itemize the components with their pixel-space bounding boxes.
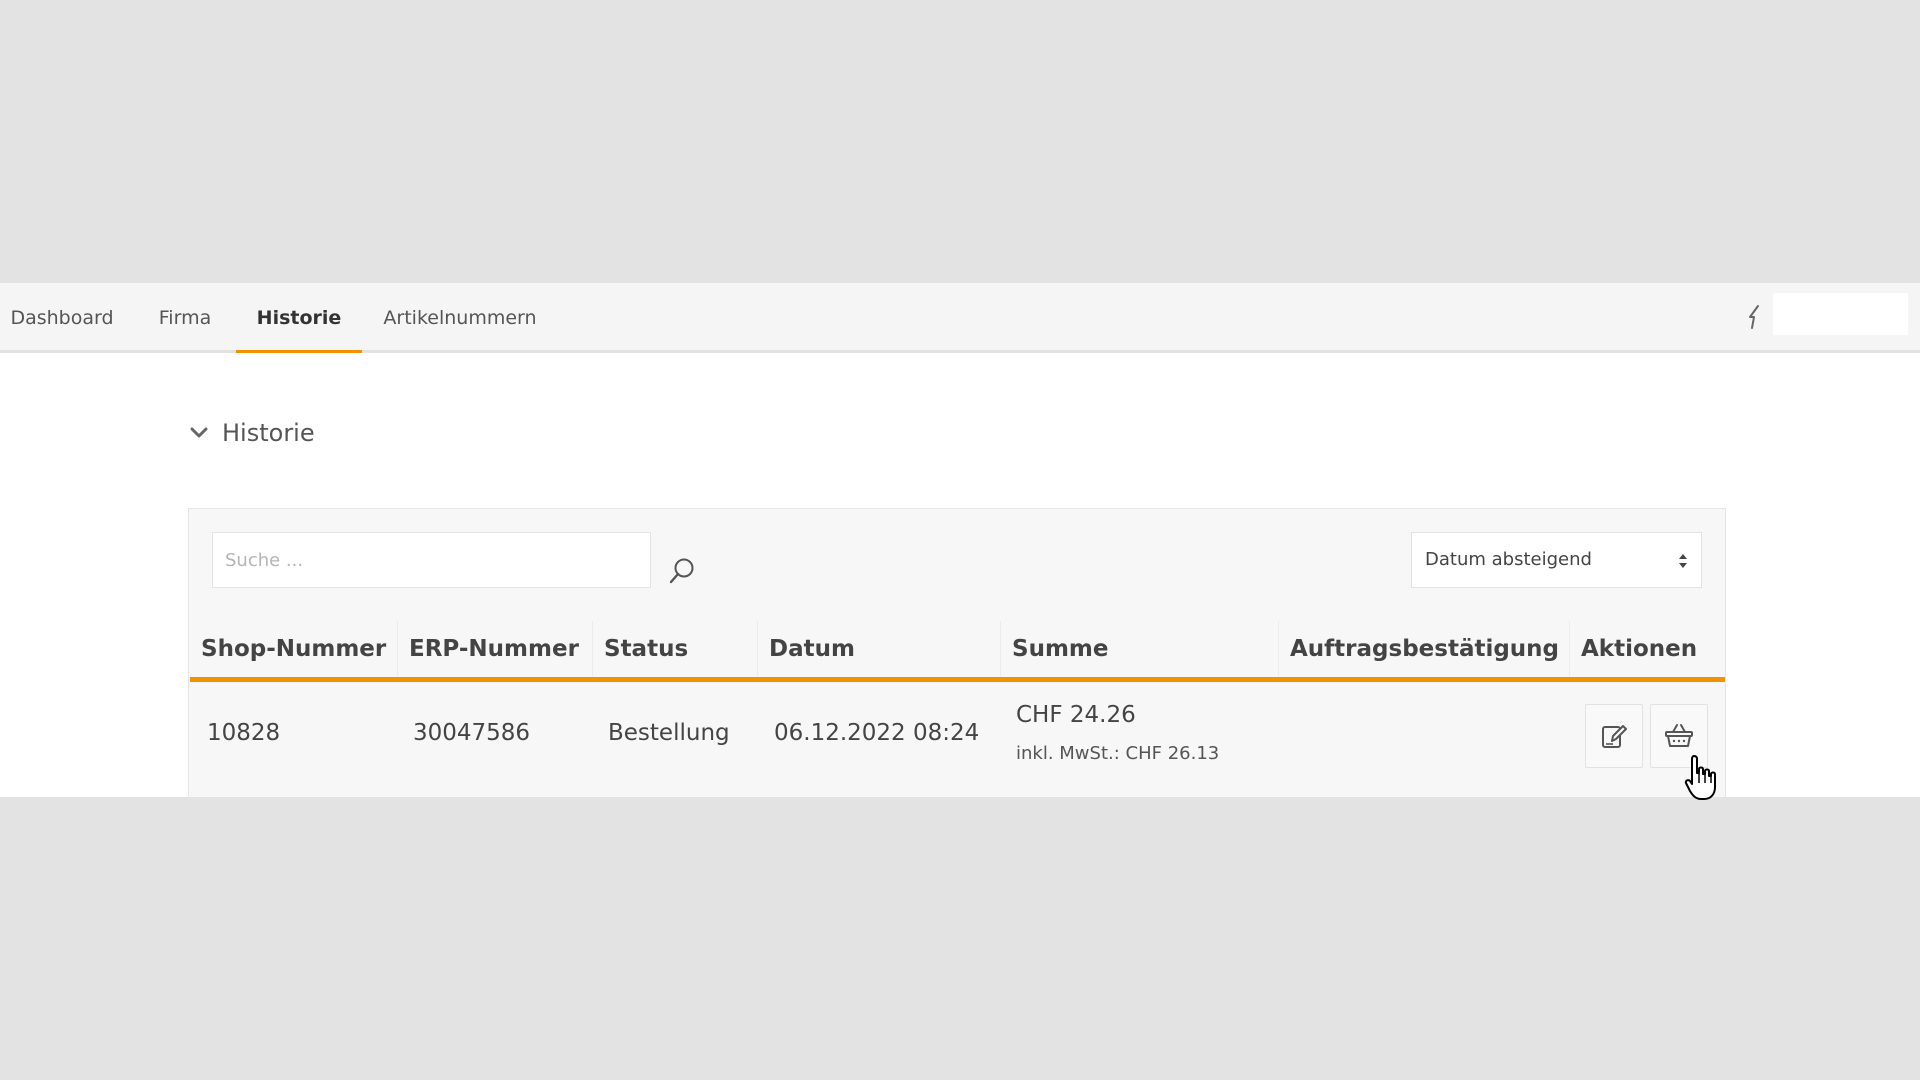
cell-shop-nummer: 10828 xyxy=(207,720,281,746)
chevron-down-icon xyxy=(190,427,208,438)
basket-icon xyxy=(1665,724,1693,747)
tab-dashboard[interactable]: Dashboard xyxy=(0,283,124,353)
section-title: Historie xyxy=(222,419,315,447)
edit-button[interactable] xyxy=(1585,704,1643,768)
tab-historie[interactable]: Historie xyxy=(236,283,362,353)
tab-artikelnummern[interactable]: Artikelnummern xyxy=(374,283,546,353)
top-nav: Dashboard Firma Historie Artikelnummern xyxy=(0,283,1920,353)
pin-icon[interactable] xyxy=(1742,303,1766,331)
history-table: Shop-Nummer ERP-Nummer Status Datum Summ… xyxy=(190,621,1725,797)
column-header-datum[interactable]: Datum xyxy=(757,621,1000,677)
add-to-basket-button[interactable] xyxy=(1650,704,1708,768)
sort-select[interactable]: Datum absteigend xyxy=(1411,532,1702,588)
search-icon[interactable] xyxy=(667,556,697,586)
content-window: Dashboard Firma Historie Artikelnummern … xyxy=(0,283,1920,797)
user-menu-box[interactable] xyxy=(1773,293,1908,335)
column-header-summe[interactable]: Summe xyxy=(1000,621,1278,677)
column-header-shop-nummer[interactable]: Shop-Nummer xyxy=(190,621,397,677)
tab-firma[interactable]: Firma xyxy=(136,283,234,353)
edit-icon xyxy=(1602,725,1627,748)
cell-datum: 06.12.2022 08:24 xyxy=(774,720,980,746)
column-header-status[interactable]: Status xyxy=(592,621,757,677)
cell-summe: CHF 24.26 xyxy=(1016,702,1136,728)
cell-erp-nummer: 30047586 xyxy=(413,720,531,746)
sort-arrows-icon xyxy=(1679,554,1687,568)
column-header-auftragsbestaetigung[interactable]: Auftragsbestätigung xyxy=(1278,621,1569,677)
sort-selected-value: Datum absteigend xyxy=(1425,549,1592,570)
history-panel: Datum absteigend Shop-Nummer ERP-Nummer … xyxy=(188,508,1726,797)
section-header[interactable]: Historie xyxy=(190,416,315,450)
table-header: Shop-Nummer ERP-Nummer Status Datum Summ… xyxy=(190,621,1725,682)
search-input[interactable] xyxy=(212,532,651,588)
cell-summe-inkl-mwst: inkl. MwSt.: CHF 26.13 xyxy=(1016,743,1220,764)
table-row[interactable]: 10828 30047586 Bestellung 06.12.2022 08:… xyxy=(190,682,1725,797)
cell-status: Bestellung xyxy=(608,720,730,746)
column-header-aktionen: Aktionen xyxy=(1569,621,1725,677)
column-header-erp-nummer[interactable]: ERP-Nummer xyxy=(397,621,592,677)
